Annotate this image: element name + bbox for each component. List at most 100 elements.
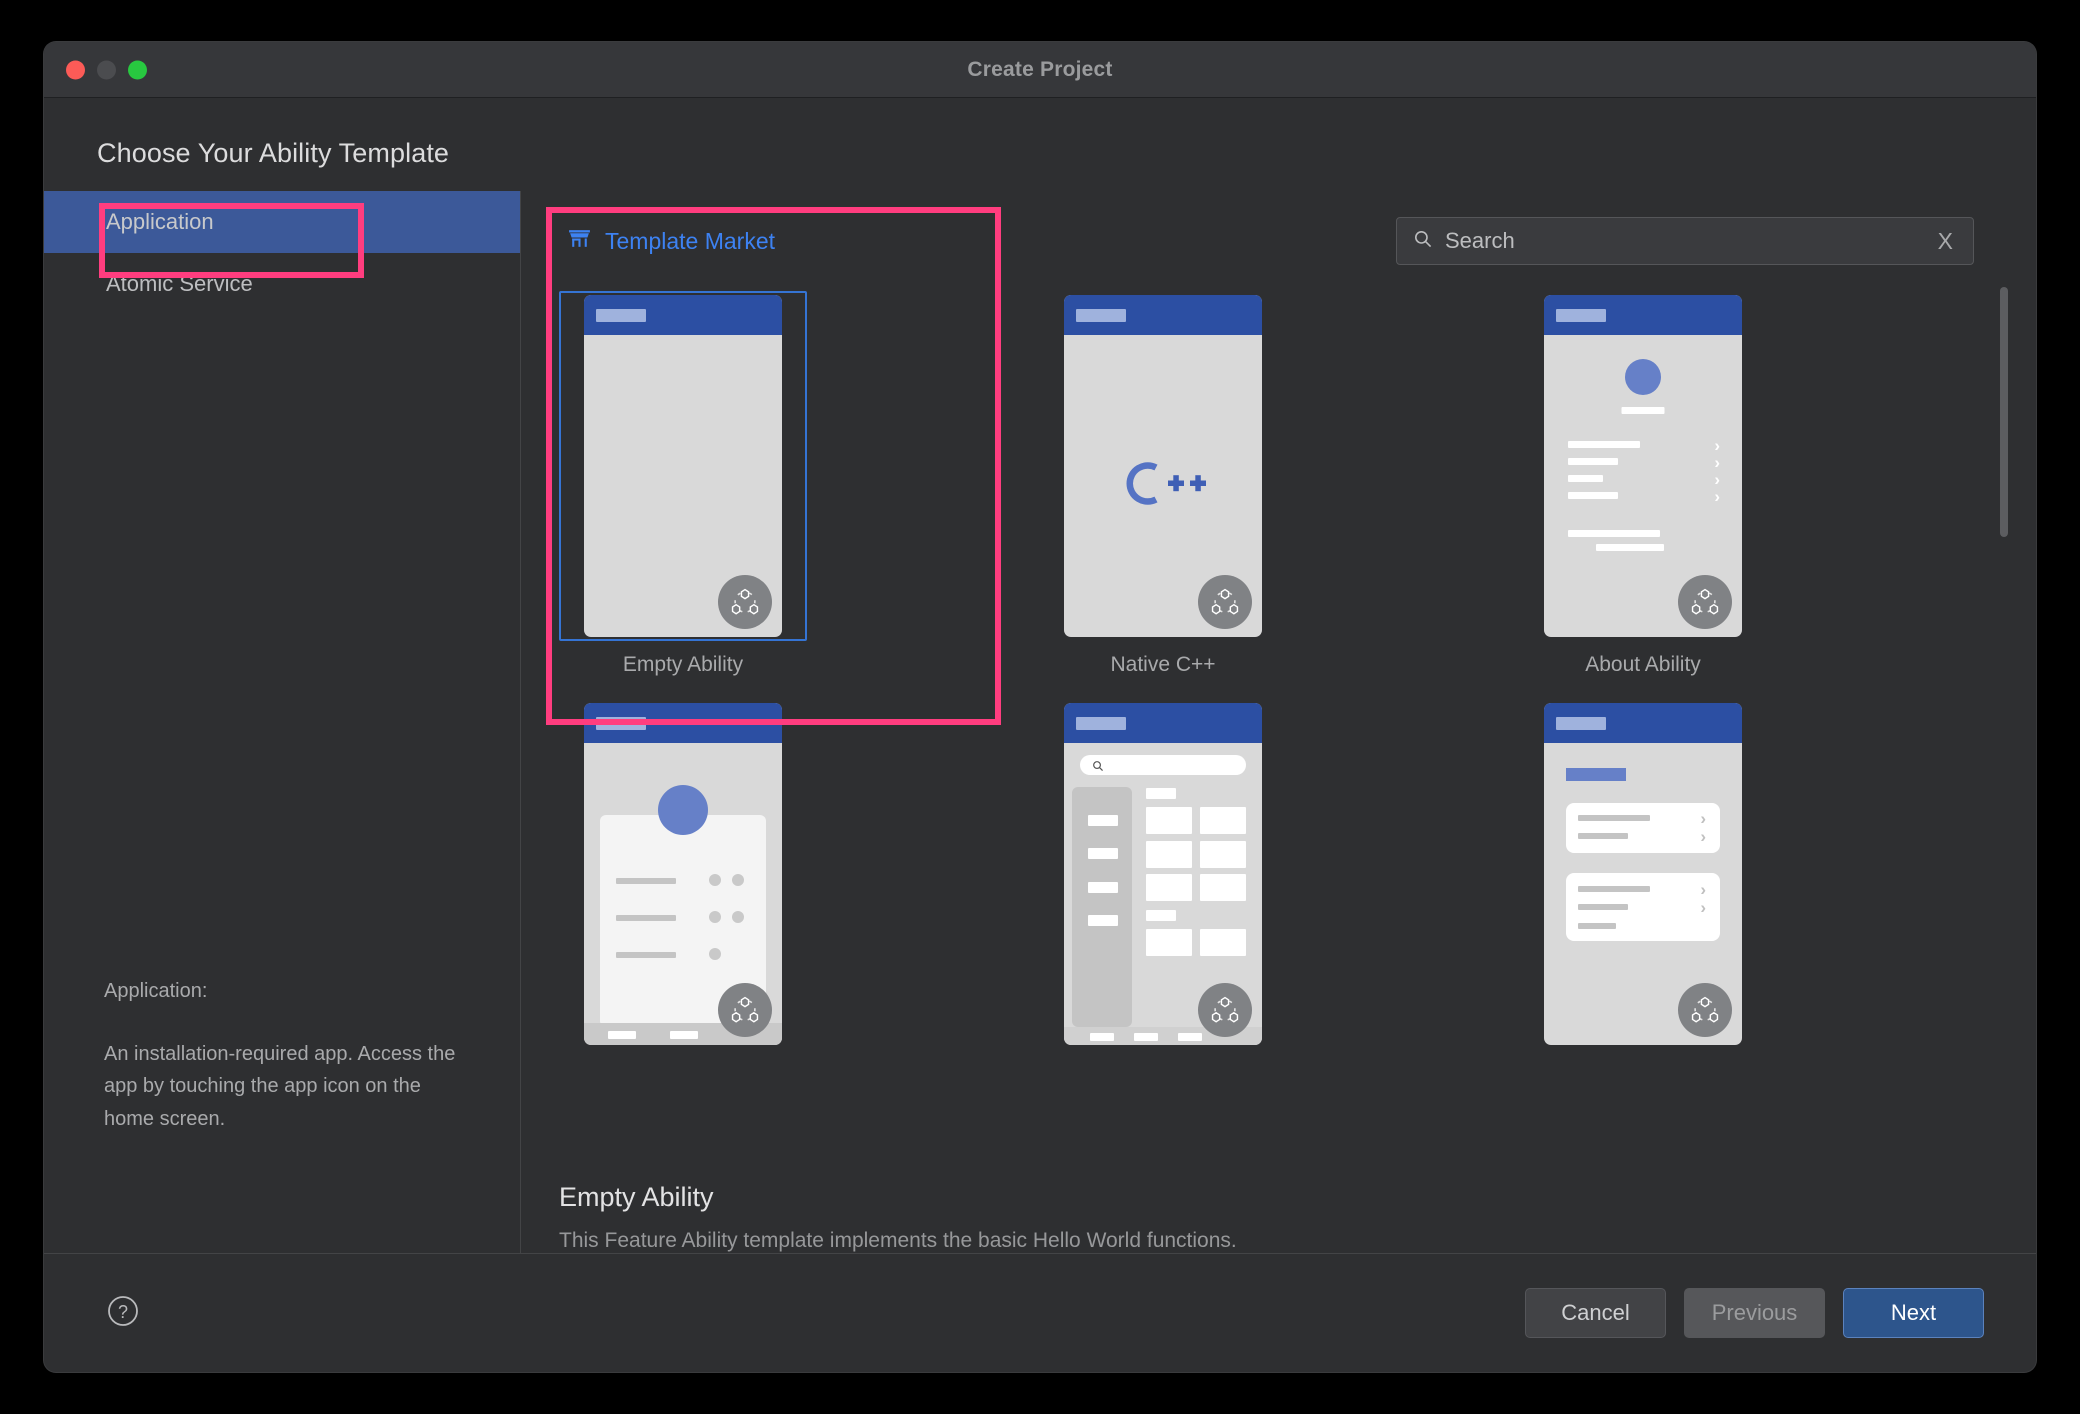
phone-mockup: [1064, 295, 1262, 637]
next-button[interactable]: Next: [1843, 1288, 1984, 1338]
mock-grid-tile: [1200, 874, 1246, 901]
template-card-empty-ability[interactable]: Empty Ability: [559, 291, 807, 677]
mock-title-pill: [596, 717, 646, 730]
mock-grid-tile: [1146, 807, 1192, 834]
sidebar-item-application[interactable]: Application: [44, 191, 520, 253]
cpp-logo-icon: [1064, 456, 1262, 517]
mock-text-bar: [1568, 530, 1660, 537]
template-pane: Template Market Search X: [521, 191, 2036, 1253]
category-sidebar: Application Atomic Service Application: …: [44, 191, 521, 1253]
template-market-link[interactable]: Template Market: [559, 220, 783, 262]
chevron-right-icon: ›: [1700, 899, 1706, 916]
mock-dot: [732, 911, 744, 923]
mock-grid-tile: [1146, 874, 1192, 901]
chevron-right-icon: ›: [1700, 881, 1706, 898]
dialog-body: Choose Your Ability Template Application…: [44, 98, 2036, 1372]
mock-list-panel: [1566, 803, 1720, 853]
selected-template-title: Empty Ability: [559, 1182, 1974, 1213]
template-card-label: About Ability: [1519, 653, 1767, 677]
selected-template-description: This Feature Ability template implements…: [559, 1229, 1974, 1253]
mock-text-bar: [1622, 407, 1665, 414]
category-list: Application Atomic Service: [44, 191, 520, 315]
mock-status-bar: [1064, 295, 1262, 335]
mock-tab: [1178, 1033, 1202, 1041]
mock-tab: [1134, 1033, 1158, 1041]
harmony-badge-icon: [718, 575, 772, 629]
mock-nav-item: [1088, 915, 1118, 926]
title-bar: Create Project: [44, 42, 2036, 98]
mock-text-bar: [1578, 815, 1650, 821]
mock-dot: [709, 948, 721, 960]
cancel-button[interactable]: Cancel: [1525, 1288, 1666, 1338]
mock-grid-tile: [1146, 841, 1192, 868]
clear-search-icon[interactable]: X: [1934, 228, 1957, 255]
template-card-profile[interactable]: [559, 699, 807, 1049]
dialog-footer: ? Cancel Previous Next: [44, 1254, 2036, 1372]
sidebar-item-atomic-service[interactable]: Atomic Service: [44, 253, 520, 315]
template-card-about-ability[interactable]: › › › ›: [1519, 291, 1767, 677]
template-card-native-cpp[interactable]: Native C++: [1039, 291, 1287, 677]
template-card-settings[interactable]: › › › ›: [1519, 699, 1767, 1049]
mock-nav-item: [1088, 815, 1118, 826]
mock-section-label: [1146, 910, 1176, 921]
chevron-right-icon: ›: [1700, 828, 1706, 845]
help-circle-icon[interactable]: ?: [106, 1294, 140, 1333]
mock-tab: [608, 1031, 636, 1039]
storefront-icon: [567, 226, 592, 256]
sidebar-item-label: Application: [106, 209, 214, 235]
template-market-label: Template Market: [605, 228, 775, 255]
chevron-right-icon: ›: [1700, 810, 1706, 827]
zoom-window-button[interactable]: [128, 60, 147, 79]
mock-dot: [709, 911, 721, 923]
mock-text-bar: [1578, 904, 1628, 910]
mock-screen-body: [1064, 743, 1262, 1045]
mock-text-bar: [1578, 886, 1650, 892]
content-columns: Application Atomic Service Application: …: [44, 191, 2036, 1254]
harmony-badge-icon: [1198, 983, 1252, 1037]
template-pane-toolbar: Template Market Search X: [521, 191, 2036, 265]
category-description-title: Application:: [104, 975, 460, 1007]
template-card-label: Native C++: [1039, 653, 1287, 677]
mock-status-bar: [1544, 703, 1742, 743]
search-input[interactable]: Search X: [1396, 217, 1974, 265]
mock-text-bar: [1568, 458, 1618, 465]
phone-mockup: [584, 703, 782, 1045]
mock-text-bar: [1568, 492, 1618, 499]
minimize-window-button[interactable]: [97, 60, 116, 79]
mock-section-label: [1146, 788, 1176, 799]
harmony-badge-icon: [1198, 575, 1252, 629]
mock-avatar: [1625, 359, 1661, 395]
create-project-window: Create Project Choose Your Ability Templ…: [44, 42, 2036, 1372]
template-thumbnail-frame: [559, 699, 807, 1049]
mock-screen-body: [584, 335, 782, 637]
template-thumbnail-frame: [559, 291, 807, 641]
template-card-catalog[interactable]: [1039, 699, 1287, 1049]
chevron-right-icon: ›: [1714, 437, 1720, 454]
mock-text-bar: [1568, 441, 1640, 448]
mock-dot: [709, 874, 721, 886]
template-thumbnail-frame: › › › ›: [1519, 699, 1767, 1049]
chevron-right-icon: ›: [1714, 471, 1720, 488]
chevron-right-icon: ›: [1714, 454, 1720, 471]
category-description: Application: An installation-required ap…: [44, 975, 520, 1253]
sidebar-item-label: Atomic Service: [106, 271, 253, 297]
mock-text-bar: [1578, 833, 1628, 839]
mock-grid-tile: [1200, 841, 1246, 868]
template-grid-scrollbar[interactable]: [2000, 287, 2008, 537]
phone-mockup: › › › ›: [1544, 703, 1742, 1045]
page-heading: Choose Your Ability Template: [44, 98, 2036, 169]
mock-grid-tile: [1200, 929, 1246, 956]
harmony-badge-icon: [1678, 983, 1732, 1037]
mock-screen-body: [1064, 335, 1262, 637]
mock-status-bar: [1544, 295, 1742, 335]
mock-title-pill: [1076, 717, 1126, 730]
search-placeholder: Search: [1445, 228, 1922, 254]
footer-buttons: Cancel Previous Next: [1525, 1288, 1984, 1338]
mock-text-bar: [1568, 475, 1603, 482]
mock-screen-body: [584, 743, 782, 1045]
category-description-text: An installation-required app. Access the…: [104, 1038, 460, 1135]
template-grid: Empty Ability: [559, 291, 1974, 1049]
close-window-button[interactable]: [66, 60, 85, 79]
search-icon: [1092, 759, 1104, 777]
previous-button[interactable]: Previous: [1684, 1288, 1825, 1338]
